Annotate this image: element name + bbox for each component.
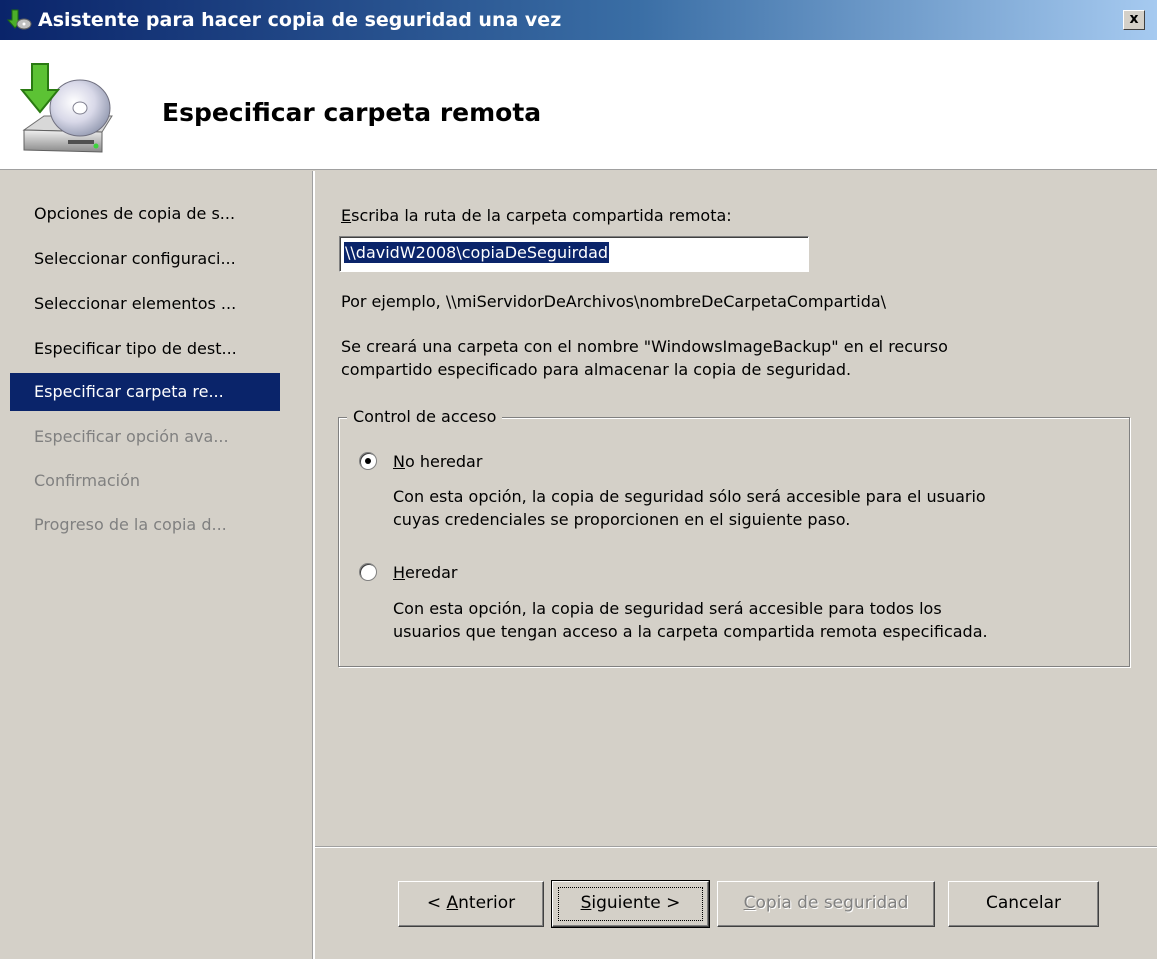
inherit-desc-2: usuarios que tengan acceso a la carpeta … (393, 622, 988, 641)
step-destination-type: Especificar tipo de dest... (34, 339, 237, 358)
back-accel: A (446, 893, 459, 913)
window-title: Asistente para hacer copia de seguridad … (38, 9, 562, 31)
backup-disk-icon (18, 60, 118, 160)
remote-path-value: \\davidW2008\copiaDeSeguirdad (344, 242, 610, 263)
access-control-legend: Control de acceso (347, 407, 503, 426)
close-button[interactable]: x (1123, 10, 1145, 30)
main-content: Escriba la ruta de la carpeta compartida… (315, 171, 1157, 846)
step-select-items: Seleccionar elementos ... (34, 294, 237, 313)
info-line-1: Se creará una carpeta con el nombre "Win… (341, 337, 948, 356)
footer-separator (315, 846, 1157, 848)
page-title: Especificar carpeta remota (162, 98, 542, 127)
back-button[interactable]: < Anterior (398, 881, 544, 927)
backup-button[interactable]: Copia de seguridad (717, 881, 935, 927)
wizard-steps-sidebar: Opciones de copia de s... Seleccionar co… (0, 171, 312, 959)
back-prefix: < (426, 893, 447, 913)
radio-selected-dot (365, 458, 371, 464)
inherit-label[interactable]: Heredar (393, 563, 457, 582)
step-advanced-option: Especificar opción ava... (34, 427, 229, 446)
back-text: nterior (458, 893, 516, 913)
step-backup-options: Opciones de copia de s... (34, 204, 236, 223)
inherit-text: eredar (405, 563, 458, 582)
no-inherit-desc-1: Con esta opción, la copia de seguridad s… (393, 487, 986, 506)
no-inherit-label[interactable]: No heredar (393, 452, 482, 471)
backup-text: opia de seguridad (755, 893, 909, 913)
step-select-configuration: Seleccionar configuraci... (34, 249, 236, 268)
path-example: Por ejemplo, \\miServidorDeArchivos\nomb… (341, 292, 887, 311)
close-icon: x (1129, 11, 1139, 27)
cancel-text: Cancelar (986, 893, 1061, 913)
inherit-accel: H (393, 563, 406, 582)
no-inherit-desc-2: cuyas credenciales se proporcionen en el… (393, 510, 851, 529)
backup-accel: C (743, 893, 756, 913)
focus-rect (558, 887, 703, 921)
path-label: Escriba la ruta de la carpeta compartida… (341, 206, 732, 225)
info-line-2: compartido especificado para almacenar l… (341, 360, 852, 379)
inherit-desc-1: Con esta opción, la copia de seguridad s… (393, 599, 942, 618)
remote-path-input[interactable]: \\davidW2008\copiaDeSeguirdad (339, 236, 809, 272)
radio-no-inherit[interactable] (359, 452, 377, 470)
path-label-accel: E (341, 206, 352, 225)
path-label-text: scriba la ruta de la carpeta compartida … (351, 206, 732, 225)
step-remote-folder: Especificar carpeta re... (10, 373, 280, 411)
next-button[interactable]: Siguiente > (551, 880, 710, 928)
step-backup-progress: Progreso de la copia d... (34, 515, 227, 534)
radio-inherit[interactable] (359, 563, 377, 581)
cancel-button[interactable]: Cancelar (948, 881, 1099, 927)
wizard-header: Especificar carpeta remota (0, 40, 1157, 170)
no-inherit-accel: N (393, 452, 405, 471)
backup-app-icon (4, 5, 34, 35)
no-inherit-text: o heredar (404, 452, 483, 471)
step-confirmation: Confirmación (34, 471, 141, 490)
title-bar: Asistente para hacer copia de seguridad … (0, 0, 1157, 40)
